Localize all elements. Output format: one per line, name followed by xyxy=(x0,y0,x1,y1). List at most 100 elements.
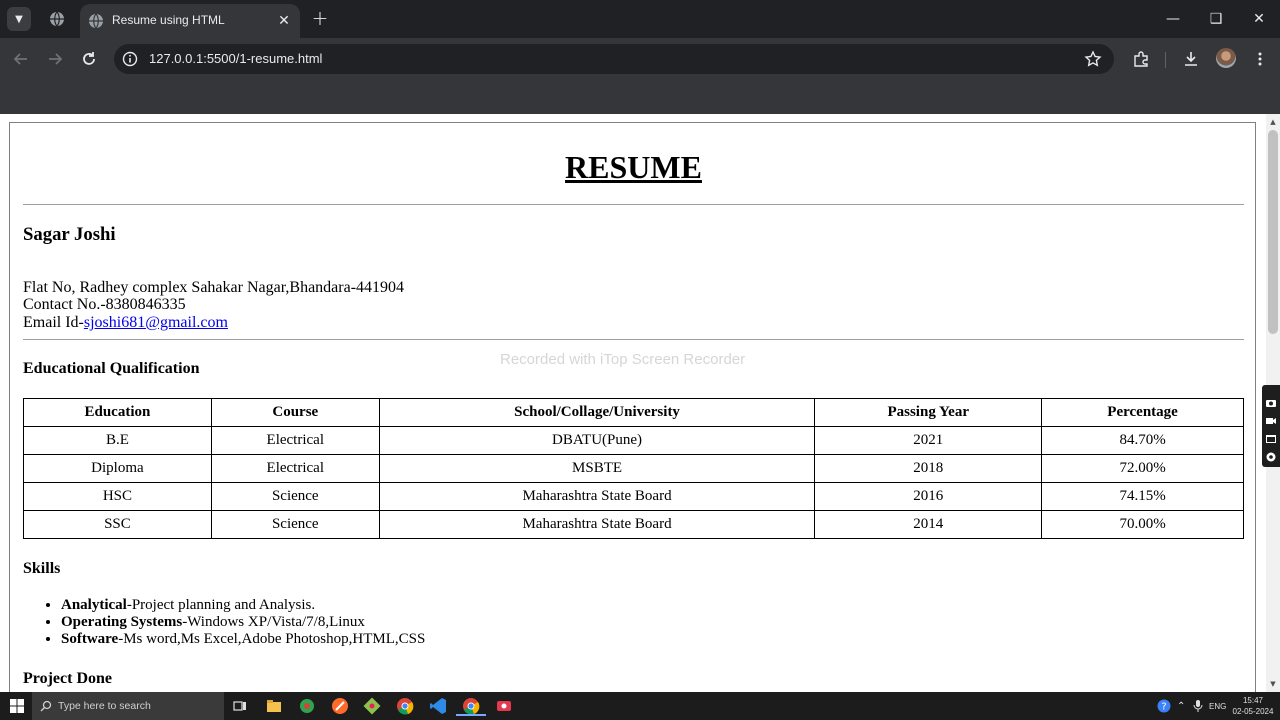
extensions-icon[interactable] xyxy=(1132,50,1150,68)
candidate-name: Sagar Joshi xyxy=(23,224,116,245)
table-cell: Science xyxy=(210,482,380,511)
kebab-menu-icon[interactable] xyxy=(1251,50,1269,68)
chrome-active-app[interactable] xyxy=(456,696,486,716)
gear-icon[interactable] xyxy=(1265,451,1277,463)
maximize-button[interactable]: ❑ xyxy=(1207,10,1225,28)
windows-start-icon[interactable] xyxy=(10,699,24,713)
vscode-icon[interactable] xyxy=(428,696,448,716)
scrollbar-thumb[interactable] xyxy=(1268,130,1278,334)
chevron-down-icon: ▼ xyxy=(15,13,23,25)
address-line: Flat No, Radhey complex Sahakar Nagar,Bh… xyxy=(23,279,405,296)
bookmark-star-icon[interactable] xyxy=(1084,50,1102,68)
search-placeholder: Type here to search xyxy=(58,700,151,712)
table-cell: B.E xyxy=(23,426,212,455)
table-cell: Electrical xyxy=(210,426,380,455)
language-indicator[interactable]: ENG xyxy=(1209,702,1226,711)
table-cell: 84.70% xyxy=(1041,426,1244,455)
table-cell: MSBTE xyxy=(378,454,816,483)
close-tab-icon[interactable]: ✕ xyxy=(276,13,292,29)
email-label: Email Id- xyxy=(23,314,84,331)
projects-heading: Project Done xyxy=(23,670,112,687)
table-header-row: Education Course School/Collage/Universi… xyxy=(23,398,1244,427)
microphone-icon[interactable] xyxy=(1193,700,1203,712)
table-cell: 2016 xyxy=(814,482,1043,511)
close-window-button[interactable]: ✕ xyxy=(1250,10,1268,28)
list-item: Analytical-Project planning and Analysis… xyxy=(61,597,425,614)
page-viewport: RESUME Sagar Joshi Flat No, Radhey compl… xyxy=(0,114,1266,692)
screen-recorder-icon[interactable] xyxy=(494,696,514,716)
minimize-button[interactable]: — xyxy=(1164,10,1182,28)
table-cell: Maharashtra State Board xyxy=(378,482,816,511)
recorder-watermark: Recorded with iTop Screen Recorder xyxy=(500,351,746,368)
table-row: B.E Electrical DBATU(Pune) 2021 84.70% xyxy=(23,426,1244,455)
education-heading: Educational Qualification xyxy=(23,360,200,377)
reload-icon[interactable] xyxy=(80,50,98,68)
globe-icon[interactable] xyxy=(49,11,65,27)
chrome-icon[interactable] xyxy=(395,696,415,716)
table-cell: Electrical xyxy=(210,454,380,483)
toolbar-divider xyxy=(1165,52,1166,68)
table-row: HSC Science Maharashtra State Board 2016… xyxy=(23,482,1244,511)
table-cell: 2021 xyxy=(814,426,1043,455)
skill-label: Software xyxy=(61,631,119,647)
table-cell: Science xyxy=(210,510,380,539)
table-cell: 70.00% xyxy=(1041,510,1244,539)
browser-app-icon[interactable] xyxy=(297,696,317,716)
windows-taskbar: Type here to search ? ⌃ ENG 15:47 02-05-… xyxy=(0,692,1280,720)
recorder-toolbar xyxy=(1262,385,1280,467)
file-explorer-icon[interactable] xyxy=(264,696,284,716)
skills-heading: Skills xyxy=(23,560,61,577)
table-cell: DBATU(Pune) xyxy=(378,426,816,455)
divider xyxy=(23,339,1244,340)
resume-frame: RESUME Sagar Joshi Flat No, Radhey compl… xyxy=(9,122,1256,692)
list-item: Operating Systems-Windows XP/Vista/7/8,L… xyxy=(61,614,425,631)
clock-time[interactable]: 15:47 xyxy=(1236,696,1270,705)
table-cell: 72.00% xyxy=(1041,454,1244,483)
clock-date[interactable]: 02-05-2024 xyxy=(1231,707,1275,716)
camera-icon[interactable] xyxy=(1265,397,1277,409)
globe-icon xyxy=(89,13,103,29)
table-row: SSC Science Maharashtra State Board 2014… xyxy=(23,510,1244,539)
taskbar-search-input[interactable]: Type here to search xyxy=(32,692,224,720)
table-cell: SSC xyxy=(23,510,212,539)
scroll-up-icon[interactable]: ▲ xyxy=(1269,118,1277,126)
chrome-icon xyxy=(463,698,480,715)
column-header: Passing Year xyxy=(814,398,1043,427)
window-icon[interactable] xyxy=(1265,433,1277,445)
resume-title: RESUME xyxy=(565,149,702,185)
table-cell: 2014 xyxy=(814,510,1043,539)
task-view-icon[interactable] xyxy=(230,696,250,716)
help-icon[interactable]: ? xyxy=(1157,699,1171,713)
column-header: Course xyxy=(210,398,380,427)
profile-avatar[interactable] xyxy=(1216,48,1236,68)
chevron-up-icon[interactable]: ⌃ xyxy=(1177,701,1185,712)
active-indicator xyxy=(456,714,486,716)
divider xyxy=(23,204,1244,205)
back-arrow-icon[interactable] xyxy=(12,50,30,68)
table-row: Diploma Electrical MSBTE 2018 72.00% xyxy=(23,454,1244,483)
search-icon xyxy=(40,700,52,712)
email-line: Email Id-sjoshi681@gmail.com xyxy=(23,314,228,332)
svg-text:?: ? xyxy=(1161,702,1166,713)
list-item: Software-Ms word,Ms Excel,Adobe Photosho… xyxy=(61,631,425,648)
bookmark-bar xyxy=(0,80,1280,114)
active-tab[interactable]: Resume using HTML ✕ xyxy=(80,4,300,38)
table-cell: HSC xyxy=(23,482,212,511)
email-link[interactable]: sjoshi681@gmail.com xyxy=(84,314,228,331)
scroll-down-icon[interactable]: ▼ xyxy=(1269,680,1277,688)
tab-title: Resume using HTML xyxy=(112,13,225,27)
download-icon[interactable] xyxy=(1182,50,1200,68)
table-cell: 74.15% xyxy=(1041,482,1244,511)
video-camera-icon[interactable] xyxy=(1265,415,1277,427)
new-tab-button[interactable]: + xyxy=(311,8,329,28)
skill-text: -Ms word,Ms Excel,Adobe Photoshop,HTML,C… xyxy=(118,631,426,647)
info-icon[interactable] xyxy=(122,51,138,67)
address-bar[interactable]: 127.0.0.1:5500/1-resume.html xyxy=(114,44,1114,74)
tab-search-button[interactable]: ▼ xyxy=(7,7,31,31)
skill-label: Operating Systems xyxy=(61,614,183,630)
git-icon[interactable] xyxy=(362,696,382,716)
forward-arrow-icon[interactable] xyxy=(46,50,64,68)
app-icon[interactable] xyxy=(330,696,350,716)
url-text[interactable]: 127.0.0.1:5500/1-resume.html xyxy=(149,51,322,66)
skill-text: -Windows XP/Vista/7/8,Linux xyxy=(182,614,365,630)
